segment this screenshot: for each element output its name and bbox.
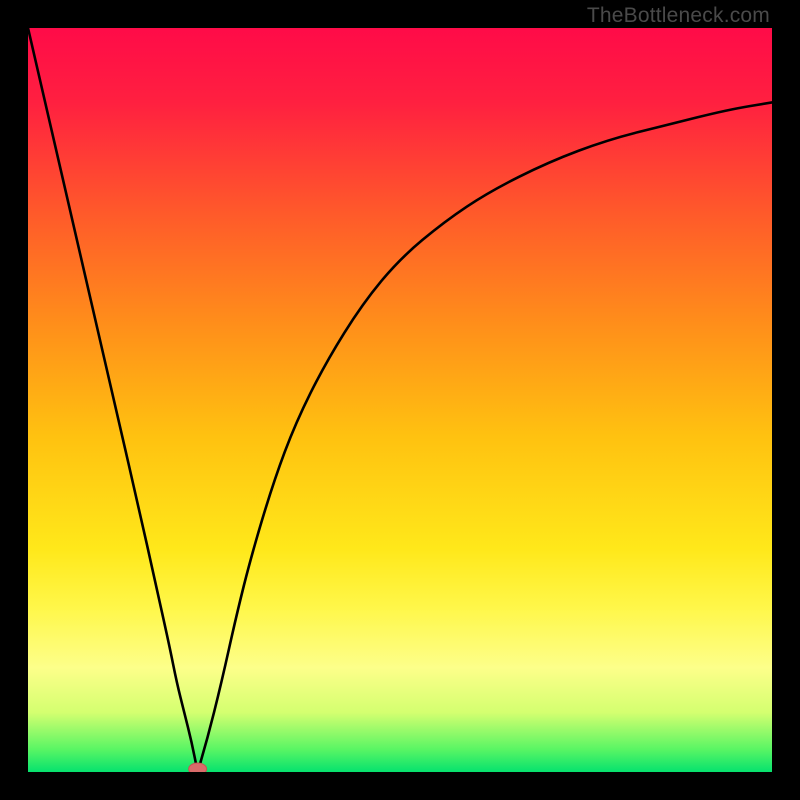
- watermark-text: TheBottleneck.com: [587, 4, 770, 28]
- gradient-background: [28, 28, 772, 772]
- plot-area: [28, 28, 772, 772]
- chart-frame: TheBottleneck.com: [0, 0, 800, 800]
